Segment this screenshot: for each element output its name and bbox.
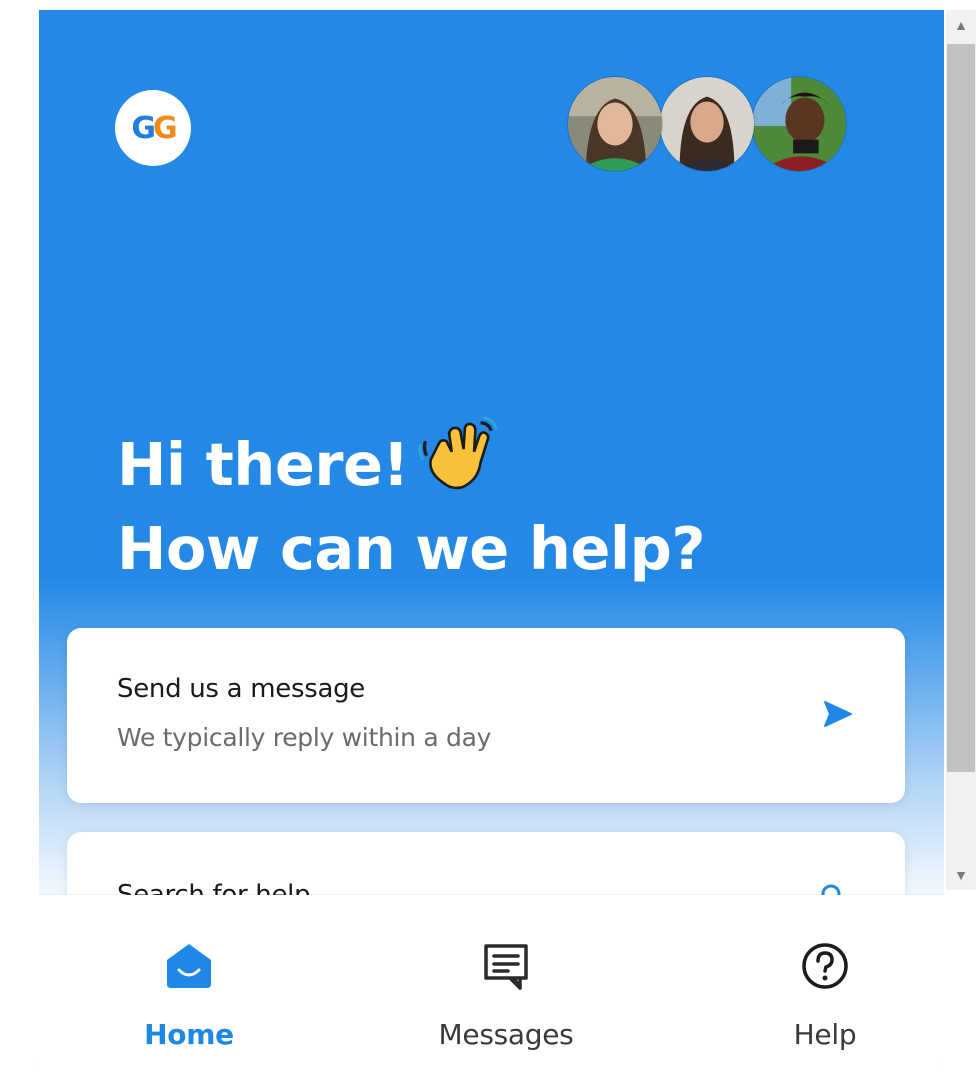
hero-header: GG Hi there! How can we help? Send us a …	[39, 10, 944, 952]
nav-home-label: Home	[144, 1018, 234, 1051]
team-member-avatar	[751, 76, 847, 172]
bottom-navigation: Home Messages Help	[39, 895, 944, 1076]
logo-letter-blue: G	[131, 110, 156, 146]
nav-messages[interactable]: Messages	[406, 940, 606, 1060]
home-icon	[167, 944, 211, 988]
greeting-text: Hi there!	[117, 430, 409, 499]
vertical-scrollbar[interactable]: ▲ ▼	[946, 10, 976, 890]
send-arrow-icon	[824, 701, 852, 727]
help-icon	[802, 943, 848, 989]
team-avatars	[567, 76, 847, 174]
nav-help-label: Help	[793, 1018, 857, 1051]
greeting-line-1: Hi there!	[117, 415, 877, 507]
waving-hand-icon	[418, 416, 498, 490]
nav-messages-label: Messages	[438, 1018, 574, 1051]
send-message-title: Send us a message	[117, 674, 365, 704]
messages-icon	[484, 944, 528, 990]
team-member-avatar	[659, 76, 755, 172]
nav-home[interactable]: Home	[89, 940, 289, 1060]
nav-help[interactable]: Help	[725, 940, 925, 1060]
reply-time-text: We typically reply within a day	[117, 723, 492, 752]
logo-letter-orange: G	[153, 110, 178, 146]
greeting-heading: Hi there! How can we help?	[117, 415, 877, 591]
team-member-avatar	[567, 76, 663, 172]
send-message-card[interactable]: Send us a message We typically reply wit…	[67, 628, 905, 803]
company-logo: GG	[115, 90, 191, 166]
greeting-line-2: How can we help?	[117, 514, 706, 583]
messenger-widget: GG Hi there! How can we help? Send us a …	[39, 10, 944, 1076]
scroll-down-arrow-icon[interactable]: ▼	[946, 860, 976, 890]
scroll-up-arrow-icon[interactable]: ▲	[946, 10, 976, 40]
scrollbar-thumb[interactable]	[947, 44, 975, 772]
